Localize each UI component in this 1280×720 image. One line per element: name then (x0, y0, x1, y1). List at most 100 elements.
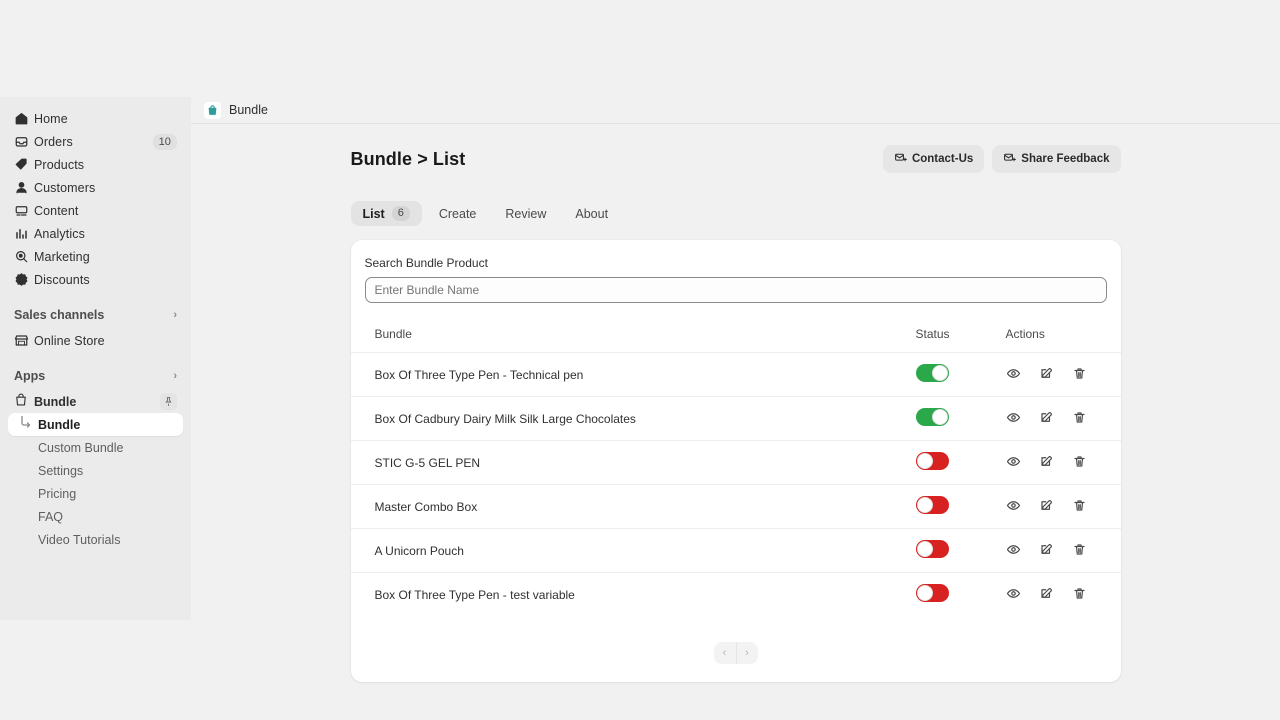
sidebar-item-customers[interactable]: Customers (8, 176, 183, 199)
edit-pencil-icon (1039, 410, 1054, 428)
sidebar-section-sales-channels[interactable]: Sales channels › (8, 304, 183, 326)
sidebar-subitem-video-tutorials[interactable]: Video Tutorials (8, 528, 183, 551)
status-toggle[interactable] (915, 452, 949, 470)
table-header: Bundle Status Actions (351, 327, 1121, 353)
sales-channels-label: Sales channels (14, 308, 105, 322)
sidebar-item-products[interactable]: Products (8, 153, 183, 176)
tab-label: Create (438, 206, 477, 221)
chevron-left-icon: ‹ (722, 647, 727, 659)
sidebar-item-analytics[interactable]: Analytics (8, 222, 183, 245)
sidebar-subitem-custom-bundle[interactable]: Custom Bundle (8, 436, 183, 459)
view-action[interactable] (1006, 542, 1021, 560)
sidebar-item-home[interactable]: Home (8, 107, 183, 130)
tab-review[interactable]: Review (493, 202, 558, 226)
sidebar-item-label: Marketing (34, 249, 90, 264)
status-toggle[interactable] (915, 540, 949, 558)
sidebar-subitem-pricing[interactable]: Pricing (8, 482, 183, 505)
edit-action[interactable] (1039, 454, 1054, 472)
search-input[interactable] (364, 277, 1107, 303)
bundle-name-cell: Box Of Three Type Pen - Technical pen (350, 352, 916, 397)
sidebar: Home Orders 10 Products Customers Content Anal… (0, 97, 191, 620)
tab-label: About (575, 206, 609, 221)
row-actions (1006, 542, 1121, 560)
pagination-prev-button[interactable]: ‹ (713, 642, 736, 664)
view-action[interactable] (1006, 498, 1021, 516)
view-action[interactable] (1006, 586, 1021, 604)
share-feedback-button[interactable]: Share Feedback (992, 145, 1121, 173)
contact-us-button[interactable]: Contact-Us (882, 145, 985, 173)
actions-cell (1005, 440, 1121, 485)
table-header-row: Bundle Status Actions (351, 327, 1121, 353)
sidebar-item-label: Home (34, 111, 68, 126)
status-toggle[interactable] (915, 408, 949, 426)
toggle-knob (916, 497, 933, 513)
bar-chart-icon (14, 226, 34, 241)
topbar: Bundle (191, 97, 1280, 124)
actions-cell (1005, 572, 1121, 616)
page-header: Bundle > List Contact-Us Share Feedback (351, 145, 1121, 173)
eye-icon (1006, 454, 1021, 472)
delete-action[interactable] (1072, 542, 1087, 560)
tab-create[interactable]: Create (427, 202, 489, 226)
shopping-bag-icon (204, 101, 221, 119)
sidebar-item-content[interactable]: Content (8, 199, 183, 222)
delete-action[interactable] (1072, 454, 1087, 472)
eye-icon (1006, 542, 1021, 560)
column-header-actions: Actions (1005, 327, 1045, 341)
view-action[interactable] (1006, 366, 1021, 384)
sidebar-item-marketing[interactable]: Marketing (8, 245, 183, 268)
sidebar-subitem-faq[interactable]: FAQ (8, 505, 183, 528)
bundle-list-card: Search Bundle Product Bundle Status Acti… (350, 240, 1121, 682)
eye-icon (1006, 366, 1021, 384)
status-cell (915, 352, 1006, 397)
sidebar-subitem-bundle[interactable]: Bundle (8, 413, 183, 436)
view-action[interactable] (1006, 410, 1021, 428)
tab-about[interactable]: About (563, 202, 620, 226)
delete-action[interactable] (1072, 410, 1087, 428)
pushpin-icon[interactable] (160, 393, 177, 410)
status-cell (915, 440, 1006, 485)
eye-icon (1006, 586, 1021, 604)
tab-label: List (362, 206, 385, 221)
status-toggle[interactable] (915, 584, 949, 602)
edit-action[interactable] (1039, 498, 1054, 516)
delete-action[interactable] (1072, 366, 1087, 384)
sidebar-item-discounts[interactable]: Discounts (8, 268, 183, 291)
status-cell (915, 572, 1006, 616)
sidebar-app-submenu: Bundle Custom Bundle Settings Pricing FAQ Vid… (0, 413, 191, 551)
pagination-next-button[interactable]: › (735, 642, 758, 664)
sidebar-section-apps[interactable]: Apps › (8, 365, 183, 387)
edit-action[interactable] (1039, 366, 1054, 384)
megaphone-target-icon (14, 249, 34, 264)
status-cell (915, 484, 1006, 529)
storefront-icon (14, 333, 34, 348)
tab-list[interactable]: List 6 (350, 201, 422, 226)
branch-elbow-icon (20, 415, 32, 433)
tab-bar: List 6 Create Review About (350, 201, 1121, 226)
trash-icon (1072, 498, 1087, 516)
tab-label: Review (505, 206, 547, 221)
bundle-table: Bundle Status Actions Box Of Three Type … (350, 327, 1121, 616)
view-action[interactable] (1006, 454, 1021, 472)
row-actions (1006, 454, 1121, 472)
sidebar-item-label: Discounts (34, 272, 90, 287)
apps-label: Apps (14, 369, 46, 383)
edit-pencil-icon (1039, 498, 1054, 516)
sidebar-subitem-settings[interactable]: Settings (8, 459, 183, 482)
delete-action[interactable] (1072, 586, 1087, 604)
toggle-knob (916, 585, 933, 601)
sidebar-app-label: Bundle (34, 394, 77, 409)
edit-action[interactable] (1039, 586, 1054, 604)
status-toggle[interactable] (915, 496, 949, 514)
sidebar-item-online-store[interactable]: Online Store (8, 329, 183, 352)
status-toggle[interactable] (915, 364, 949, 382)
table-row: Box Of Cadbury Dairy Milk Silk Large Cho… (350, 396, 1121, 441)
sidebar-item-label: Content (34, 203, 79, 218)
sidebar-item-orders[interactable]: Orders 10 (8, 130, 183, 153)
delete-action[interactable] (1072, 498, 1087, 516)
sidebar-app-bundle-header[interactable]: Bundle (8, 390, 183, 413)
edit-action[interactable] (1039, 410, 1054, 428)
toggle-knob (931, 409, 948, 425)
chevron-right-icon: › (173, 370, 177, 382)
edit-action[interactable] (1039, 542, 1054, 560)
